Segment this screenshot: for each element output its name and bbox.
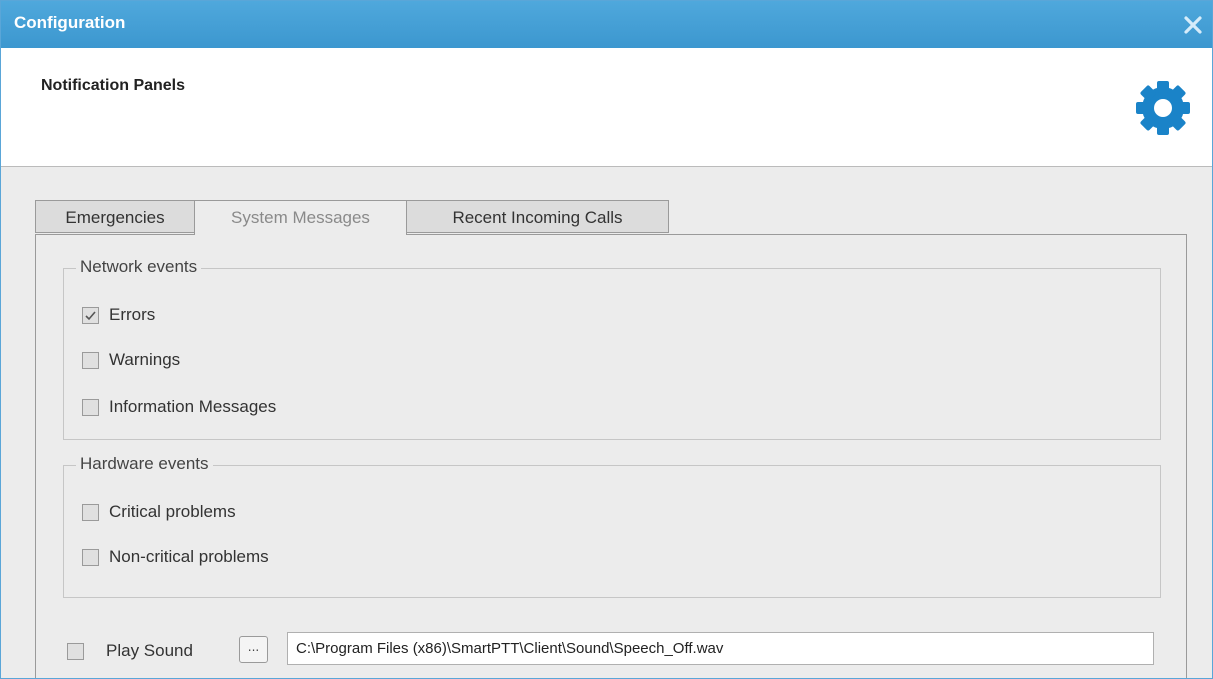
play-sound-checkbox-row[interactable]: Play Sound xyxy=(67,639,193,663)
critical-problems-label: Critical problems xyxy=(109,502,236,521)
information-messages-label: Information Messages xyxy=(109,397,277,416)
errors-label: Errors xyxy=(109,305,156,324)
close-icon[interactable] xyxy=(1182,14,1204,36)
network-events-legend: Network events xyxy=(76,257,202,277)
hardware-events-group: Hardware events Critical problems Non-cr… xyxy=(63,454,1161,598)
warnings-checkbox[interactable] xyxy=(82,351,99,369)
tab-system-messages[interactable]: System Messages xyxy=(194,200,407,235)
gear-icon xyxy=(1133,78,1193,138)
non-critical-problems-checkbox-row[interactable]: Non-critical problems xyxy=(82,545,269,569)
hardware-events-legend: Hardware events xyxy=(76,454,213,474)
play-sound-checkbox[interactable] xyxy=(67,642,84,660)
page-header: Notification Panels xyxy=(1,48,1212,167)
title-bar: Configuration xyxy=(1,1,1212,48)
configuration-window: Configuration Notification Panels Emerge… xyxy=(0,0,1213,679)
play-sound-label: Play Sound xyxy=(106,641,193,660)
errors-checkbox[interactable] xyxy=(82,306,99,324)
non-critical-problems-checkbox[interactable] xyxy=(82,548,99,566)
critical-problems-checkbox[interactable] xyxy=(82,503,99,521)
check-icon xyxy=(85,310,96,320)
tab-recent-incoming-calls[interactable]: Recent Incoming Calls xyxy=(406,200,669,233)
network-events-group: Network events Errors Warnings Informati… xyxy=(63,257,1161,440)
browse-button[interactable]: ... xyxy=(239,636,268,663)
warnings-checkbox-row[interactable]: Warnings xyxy=(82,348,180,372)
critical-problems-checkbox-row[interactable]: Critical problems xyxy=(82,500,236,524)
information-messages-checkbox-row[interactable]: Information Messages xyxy=(82,395,276,419)
warnings-label: Warnings xyxy=(109,350,181,369)
window-title: Configuration xyxy=(14,13,126,32)
errors-checkbox-row[interactable]: Errors xyxy=(82,303,155,327)
sound-path-input[interactable]: C:\Program Files (x86)\SmartPTT\Client\S… xyxy=(287,632,1154,665)
page-title: Notification Panels xyxy=(41,77,186,94)
non-critical-problems-label: Non-critical problems xyxy=(109,547,269,566)
information-messages-checkbox[interactable] xyxy=(82,398,99,416)
content-area: Emergencies System Messages Recent Incom… xyxy=(1,167,1212,678)
tab-panel: Network events Errors Warnings Informati… xyxy=(35,234,1187,678)
tab-emergencies[interactable]: Emergencies xyxy=(35,200,195,233)
